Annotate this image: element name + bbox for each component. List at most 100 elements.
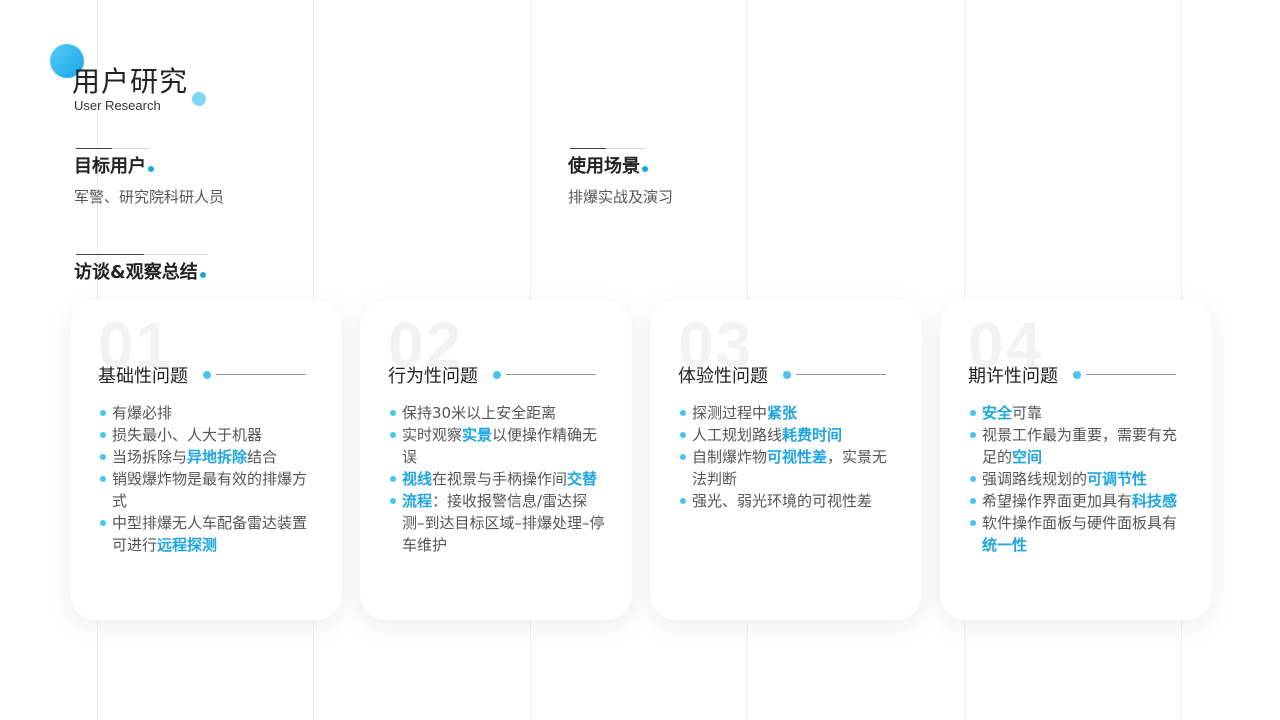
bullet-dot-icon bbox=[970, 520, 976, 526]
section-rule bbox=[606, 148, 644, 149]
item-text: 在视景与手柄操作间 bbox=[432, 470, 568, 488]
card-list-item: 损失最小、人大于机器 bbox=[98, 424, 318, 446]
section-rule bbox=[76, 148, 112, 149]
card-list-item: 有爆必排 bbox=[98, 402, 318, 424]
bullet-dot-icon bbox=[390, 498, 396, 504]
target-users-text: 军警、研究院科研人员 bbox=[74, 188, 225, 206]
heading-dot-icon bbox=[148, 166, 154, 172]
highlight-text: 安全 bbox=[982, 404, 1013, 422]
highlight-text: 耗费时间 bbox=[782, 426, 843, 444]
highlight-text: 远程探测 bbox=[157, 536, 218, 554]
item-text: 希望操作界面更加具有 bbox=[982, 492, 1133, 510]
bullet-dot-icon bbox=[390, 476, 396, 482]
highlight-text: 流程 bbox=[402, 492, 433, 510]
card-title: 期许性问题 bbox=[968, 366, 1058, 387]
card-title-dot-icon bbox=[203, 371, 211, 379]
section-rule bbox=[144, 254, 208, 255]
card-title-dot-icon bbox=[1073, 371, 1081, 379]
bullet-dot-icon bbox=[970, 498, 976, 504]
problem-card-3: 03 体验性问题 探测过程中紧张 人工规划路线耗费时间 自制爆炸物可视性差，实景无法… bbox=[650, 300, 922, 620]
summary-heading-text: 访谈&观察总结 bbox=[74, 262, 198, 283]
item-text: 有爆必排 bbox=[112, 404, 173, 422]
highlight-text: 可调节性 bbox=[1087, 470, 1148, 488]
highlight-text: 可视性差 bbox=[767, 448, 828, 466]
card-item-list: 保持30米以上安全距离 实时观察实景以便操作精确无误 视线在视景与手柄操作间交替 流程… bbox=[388, 402, 608, 556]
item-text: 损失最小、人大于机器 bbox=[112, 426, 263, 444]
card-list-item: 人工规划路线耗费时间 bbox=[678, 424, 898, 446]
item-text: 强调路线规划的 bbox=[982, 470, 1088, 488]
card-title-dot-icon bbox=[493, 371, 501, 379]
highlight-text: 交替 bbox=[567, 470, 598, 488]
card-title-rule bbox=[216, 374, 306, 375]
bullet-dot-icon bbox=[680, 498, 686, 504]
bullet-dot-icon bbox=[100, 432, 106, 438]
section-rule bbox=[570, 148, 606, 149]
item-text: 探测过程中 bbox=[692, 404, 768, 422]
card-title: 体验性问题 bbox=[678, 366, 768, 387]
use-scenario-text: 排爆实战及演习 bbox=[568, 188, 674, 206]
card-title-rule bbox=[796, 374, 886, 375]
page-title: 用户研究 bbox=[72, 65, 189, 98]
highlight-text: 空间 bbox=[1012, 448, 1043, 466]
highlight-text: 统一性 bbox=[982, 536, 1028, 554]
problem-card-4: 04 期许性问题 安全可靠 视景工作最为重要，需要有充足的空间 强调路线规划的可调节… bbox=[940, 300, 1212, 620]
card-title: 基础性问题 bbox=[98, 366, 188, 387]
card-title-rule bbox=[506, 374, 596, 375]
card-title-rule bbox=[1086, 374, 1176, 375]
card-list-item: 保持30米以上安全距离 bbox=[388, 402, 608, 424]
card-item-list: 安全可靠 视景工作最为重要，需要有充足的空间 强调路线规划的可调节性 希望操作界面更加… bbox=[968, 402, 1188, 556]
bullet-dot-icon bbox=[970, 410, 976, 416]
heading-dot-icon bbox=[642, 166, 648, 172]
card-list-item: 流程：接收报警信息/雷达探测–到达目标区域–排爆处理–停车维护 bbox=[388, 490, 608, 556]
card-list-item: 安全可靠 bbox=[968, 402, 1188, 424]
card-list-item: 强调路线规划的可调节性 bbox=[968, 468, 1188, 490]
bullet-dot-icon bbox=[390, 410, 396, 416]
card-list-item: 实时观察实景以便操作精确无误 bbox=[388, 424, 608, 468]
use-scenario-heading: 使用场景 bbox=[568, 152, 648, 178]
item-text: 结合 bbox=[247, 448, 278, 466]
item-text: 实时观察 bbox=[402, 426, 463, 444]
bullet-dot-icon bbox=[100, 410, 106, 416]
item-text: 软件操作面板与硬件面板具有 bbox=[982, 514, 1178, 532]
card-list-item: 自制爆炸物可视性差，实景无法判断 bbox=[678, 446, 898, 490]
page-subtitle: User Research bbox=[74, 98, 161, 113]
item-text: 可靠 bbox=[1012, 404, 1043, 422]
bullet-dot-icon bbox=[100, 520, 106, 526]
card-title-dot-icon bbox=[783, 371, 791, 379]
heading-dot-icon bbox=[199, 272, 206, 278]
highlight-text: 视线 bbox=[402, 470, 433, 488]
problem-card-1: 01 基础性问题 有爆必排 损失最小、人大于机器 当场拆除与异地拆除结合 销毁爆炸物是… bbox=[70, 300, 342, 620]
card-title: 行为性问题 bbox=[388, 366, 478, 387]
card-list-item: 软件操作面板与硬件面板具有统一性 bbox=[968, 512, 1188, 556]
problem-card-2: 02 行为性问题 保持30米以上安全距离 实时观察实景以便操作精确无误 视线在视景与… bbox=[360, 300, 632, 620]
item-text: 人工规划路线 bbox=[692, 426, 783, 444]
card-list-item: 当场拆除与异地拆除结合 bbox=[98, 446, 318, 468]
bullet-dot-icon bbox=[680, 410, 686, 416]
card-item-list: 探测过程中紧张 人工规划路线耗费时间 自制爆炸物可视性差，实景无法判断 强光、弱光环境… bbox=[678, 402, 898, 512]
card-list-item: 探测过程中紧张 bbox=[678, 402, 898, 424]
use-scenario-heading-text: 使用场景 bbox=[568, 156, 640, 177]
summary-heading: 访谈&观察总结 bbox=[74, 258, 206, 284]
item-text: 自制爆炸物 bbox=[692, 448, 768, 466]
card-list-item: 视景工作最为重要，需要有充足的空间 bbox=[968, 424, 1188, 468]
bullet-dot-icon bbox=[100, 454, 106, 460]
target-users-heading: 目标用户 bbox=[74, 152, 154, 178]
section-rule bbox=[112, 148, 150, 149]
highlight-text: 科技感 bbox=[1132, 492, 1178, 510]
highlight-text: 实景 bbox=[462, 426, 493, 444]
bullet-dot-icon bbox=[970, 432, 976, 438]
bullet-dot-icon bbox=[970, 476, 976, 482]
card-list-item: 希望操作界面更加具有科技感 bbox=[968, 490, 1188, 512]
item-text: 保持30米以上安全距离 bbox=[402, 404, 557, 422]
highlight-text: 异地拆除 bbox=[187, 448, 248, 466]
bullet-dot-icon bbox=[680, 432, 686, 438]
bullet-dot-icon bbox=[390, 432, 396, 438]
card-list-item: 视线在视景与手柄操作间交替 bbox=[388, 468, 608, 490]
item-text: 当场拆除与 bbox=[112, 448, 188, 466]
card-list-item: 销毁爆炸物是最有效的排爆方式 bbox=[98, 468, 318, 512]
item-text: 销毁爆炸物是最有效的排爆方式 bbox=[112, 470, 308, 510]
card-list-item: 中型排爆无人车配备雷达装置可进行远程探测 bbox=[98, 512, 318, 556]
card-item-list: 有爆必排 损失最小、人大于机器 当场拆除与异地拆除结合 销毁爆炸物是最有效的排爆方式中… bbox=[98, 402, 318, 556]
target-users-heading-text: 目标用户 bbox=[74, 156, 146, 177]
item-text: 强光、弱光环境的可视性差 bbox=[692, 492, 873, 510]
